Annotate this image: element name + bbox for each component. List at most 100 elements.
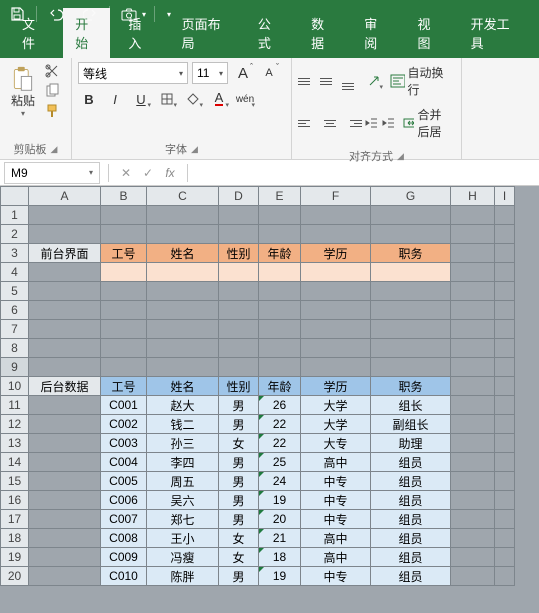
cell-E9[interactable] — [259, 358, 301, 377]
cell-H14[interactable] — [451, 453, 495, 472]
font-name-combo[interactable]: 等线▾ — [78, 62, 188, 84]
cell-B2[interactable] — [101, 225, 147, 244]
cell-D12[interactable]: 男 — [219, 415, 259, 434]
cell-F18[interactable]: 高中 — [301, 529, 371, 548]
tab-formula[interactable]: 公式 — [246, 8, 293, 58]
cut-icon[interactable] — [42, 62, 62, 80]
cell-G2[interactable] — [371, 225, 451, 244]
cell-I9[interactable] — [495, 358, 515, 377]
cell-G18[interactable]: 组员 — [371, 529, 451, 548]
paste-button[interactable]: 粘贴 ▾ — [6, 62, 40, 118]
cell-H6[interactable] — [451, 301, 495, 320]
col-header-B[interactable]: B — [101, 187, 147, 206]
col-header-I[interactable]: I — [495, 187, 515, 206]
cell-E5[interactable] — [259, 282, 301, 301]
cell-F2[interactable] — [301, 225, 371, 244]
cell-D1[interactable] — [219, 206, 259, 225]
cell-B15[interactable]: C005 — [101, 472, 147, 491]
phonetic-button[interactable]: wén▾ — [234, 88, 256, 110]
align-left-icon[interactable] — [298, 112, 318, 134]
cell-B18[interactable]: C008 — [101, 529, 147, 548]
col-header-G[interactable]: G — [371, 187, 451, 206]
cell-D10[interactable]: 性别 — [219, 377, 259, 396]
cell-H20[interactable] — [451, 567, 495, 586]
cell-G11[interactable]: 组长 — [371, 396, 451, 415]
tab-view[interactable]: 视图 — [405, 8, 452, 58]
cell-C4[interactable] — [147, 263, 219, 282]
name-box[interactable]: M9 ▾ — [4, 162, 100, 184]
cell-B9[interactable] — [101, 358, 147, 377]
cell-I4[interactable] — [495, 263, 515, 282]
cell-A7[interactable] — [29, 320, 101, 339]
cell-A1[interactable] — [29, 206, 101, 225]
cell-G1[interactable] — [371, 206, 451, 225]
cell-B1[interactable] — [101, 206, 147, 225]
cell-F15[interactable]: 中专 — [301, 472, 371, 491]
cell-A9[interactable] — [29, 358, 101, 377]
row-header-17[interactable]: 17 — [1, 510, 29, 529]
bold-button[interactable]: B — [78, 88, 100, 110]
cell-E13[interactable]: 22 — [259, 434, 301, 453]
cell-C7[interactable] — [147, 320, 219, 339]
cell-G3[interactable]: 职务 — [371, 244, 451, 263]
cell-D9[interactable] — [219, 358, 259, 377]
cell-A17[interactable] — [29, 510, 101, 529]
cell-E10[interactable]: 年龄 — [259, 377, 301, 396]
row-header-20[interactable]: 20 — [1, 567, 29, 586]
cell-B20[interactable]: C010 — [101, 567, 147, 586]
cell-E3[interactable]: 年龄 — [259, 244, 301, 263]
cancel-formula-icon[interactable]: ✕ — [115, 166, 137, 180]
cell-D19[interactable]: 女 — [219, 548, 259, 567]
cell-B14[interactable]: C004 — [101, 453, 147, 472]
cell-E4[interactable] — [259, 263, 301, 282]
format-painter-icon[interactable] — [42, 102, 62, 120]
cell-C13[interactable]: 孙三 — [147, 434, 219, 453]
row-header-13[interactable]: 13 — [1, 434, 29, 453]
cell-D6[interactable] — [219, 301, 259, 320]
cell-A20[interactable] — [29, 567, 101, 586]
cell-H1[interactable] — [451, 206, 495, 225]
tab-file[interactable]: 文件 — [10, 8, 57, 58]
cell-H13[interactable] — [451, 434, 495, 453]
cell-I8[interactable] — [495, 339, 515, 358]
italic-button[interactable]: I — [104, 88, 126, 110]
cell-A16[interactable] — [29, 491, 101, 510]
increase-indent-icon[interactable] — [382, 112, 398, 134]
cell-F17[interactable]: 中专 — [301, 510, 371, 529]
cell-I17[interactable] — [495, 510, 515, 529]
tab-data[interactable]: 数据 — [299, 8, 346, 58]
cell-D5[interactable] — [219, 282, 259, 301]
align-launcher-icon[interactable]: ◢ — [397, 151, 404, 162]
cell-A19[interactable] — [29, 548, 101, 567]
cell-A4[interactable] — [29, 263, 101, 282]
cell-H4[interactable] — [451, 263, 495, 282]
underline-button[interactable]: U▾ — [130, 88, 152, 110]
row-header-6[interactable]: 6 — [1, 301, 29, 320]
cell-B6[interactable] — [101, 301, 147, 320]
cell-I11[interactable] — [495, 396, 515, 415]
align-middle-icon[interactable] — [320, 70, 340, 92]
cell-G17[interactable]: 组员 — [371, 510, 451, 529]
cell-E20[interactable]: 19 — [259, 567, 301, 586]
cell-G10[interactable]: 职务 — [371, 377, 451, 396]
fill-color-button[interactable]: ▾ — [182, 88, 204, 110]
cell-I13[interactable] — [495, 434, 515, 453]
cell-C3[interactable]: 姓名 — [147, 244, 219, 263]
cell-G7[interactable] — [371, 320, 451, 339]
cell-E17[interactable]: 20 — [259, 510, 301, 529]
cell-H16[interactable] — [451, 491, 495, 510]
cell-D20[interactable]: 男 — [219, 567, 259, 586]
cell-B3[interactable]: 工号 — [101, 244, 147, 263]
cell-H9[interactable] — [451, 358, 495, 377]
cell-I12[interactable] — [495, 415, 515, 434]
wrap-text-button[interactable]: 自动换行 — [386, 62, 455, 100]
col-header-A[interactable]: A — [29, 187, 101, 206]
align-right-icon[interactable] — [342, 112, 362, 134]
cell-I18[interactable] — [495, 529, 515, 548]
cell-B12[interactable]: C002 — [101, 415, 147, 434]
row-header-7[interactable]: 7 — [1, 320, 29, 339]
cell-I14[interactable] — [495, 453, 515, 472]
redo-icon[interactable] — [79, 3, 101, 25]
cell-A11[interactable] — [29, 396, 101, 415]
cell-I1[interactable] — [495, 206, 515, 225]
